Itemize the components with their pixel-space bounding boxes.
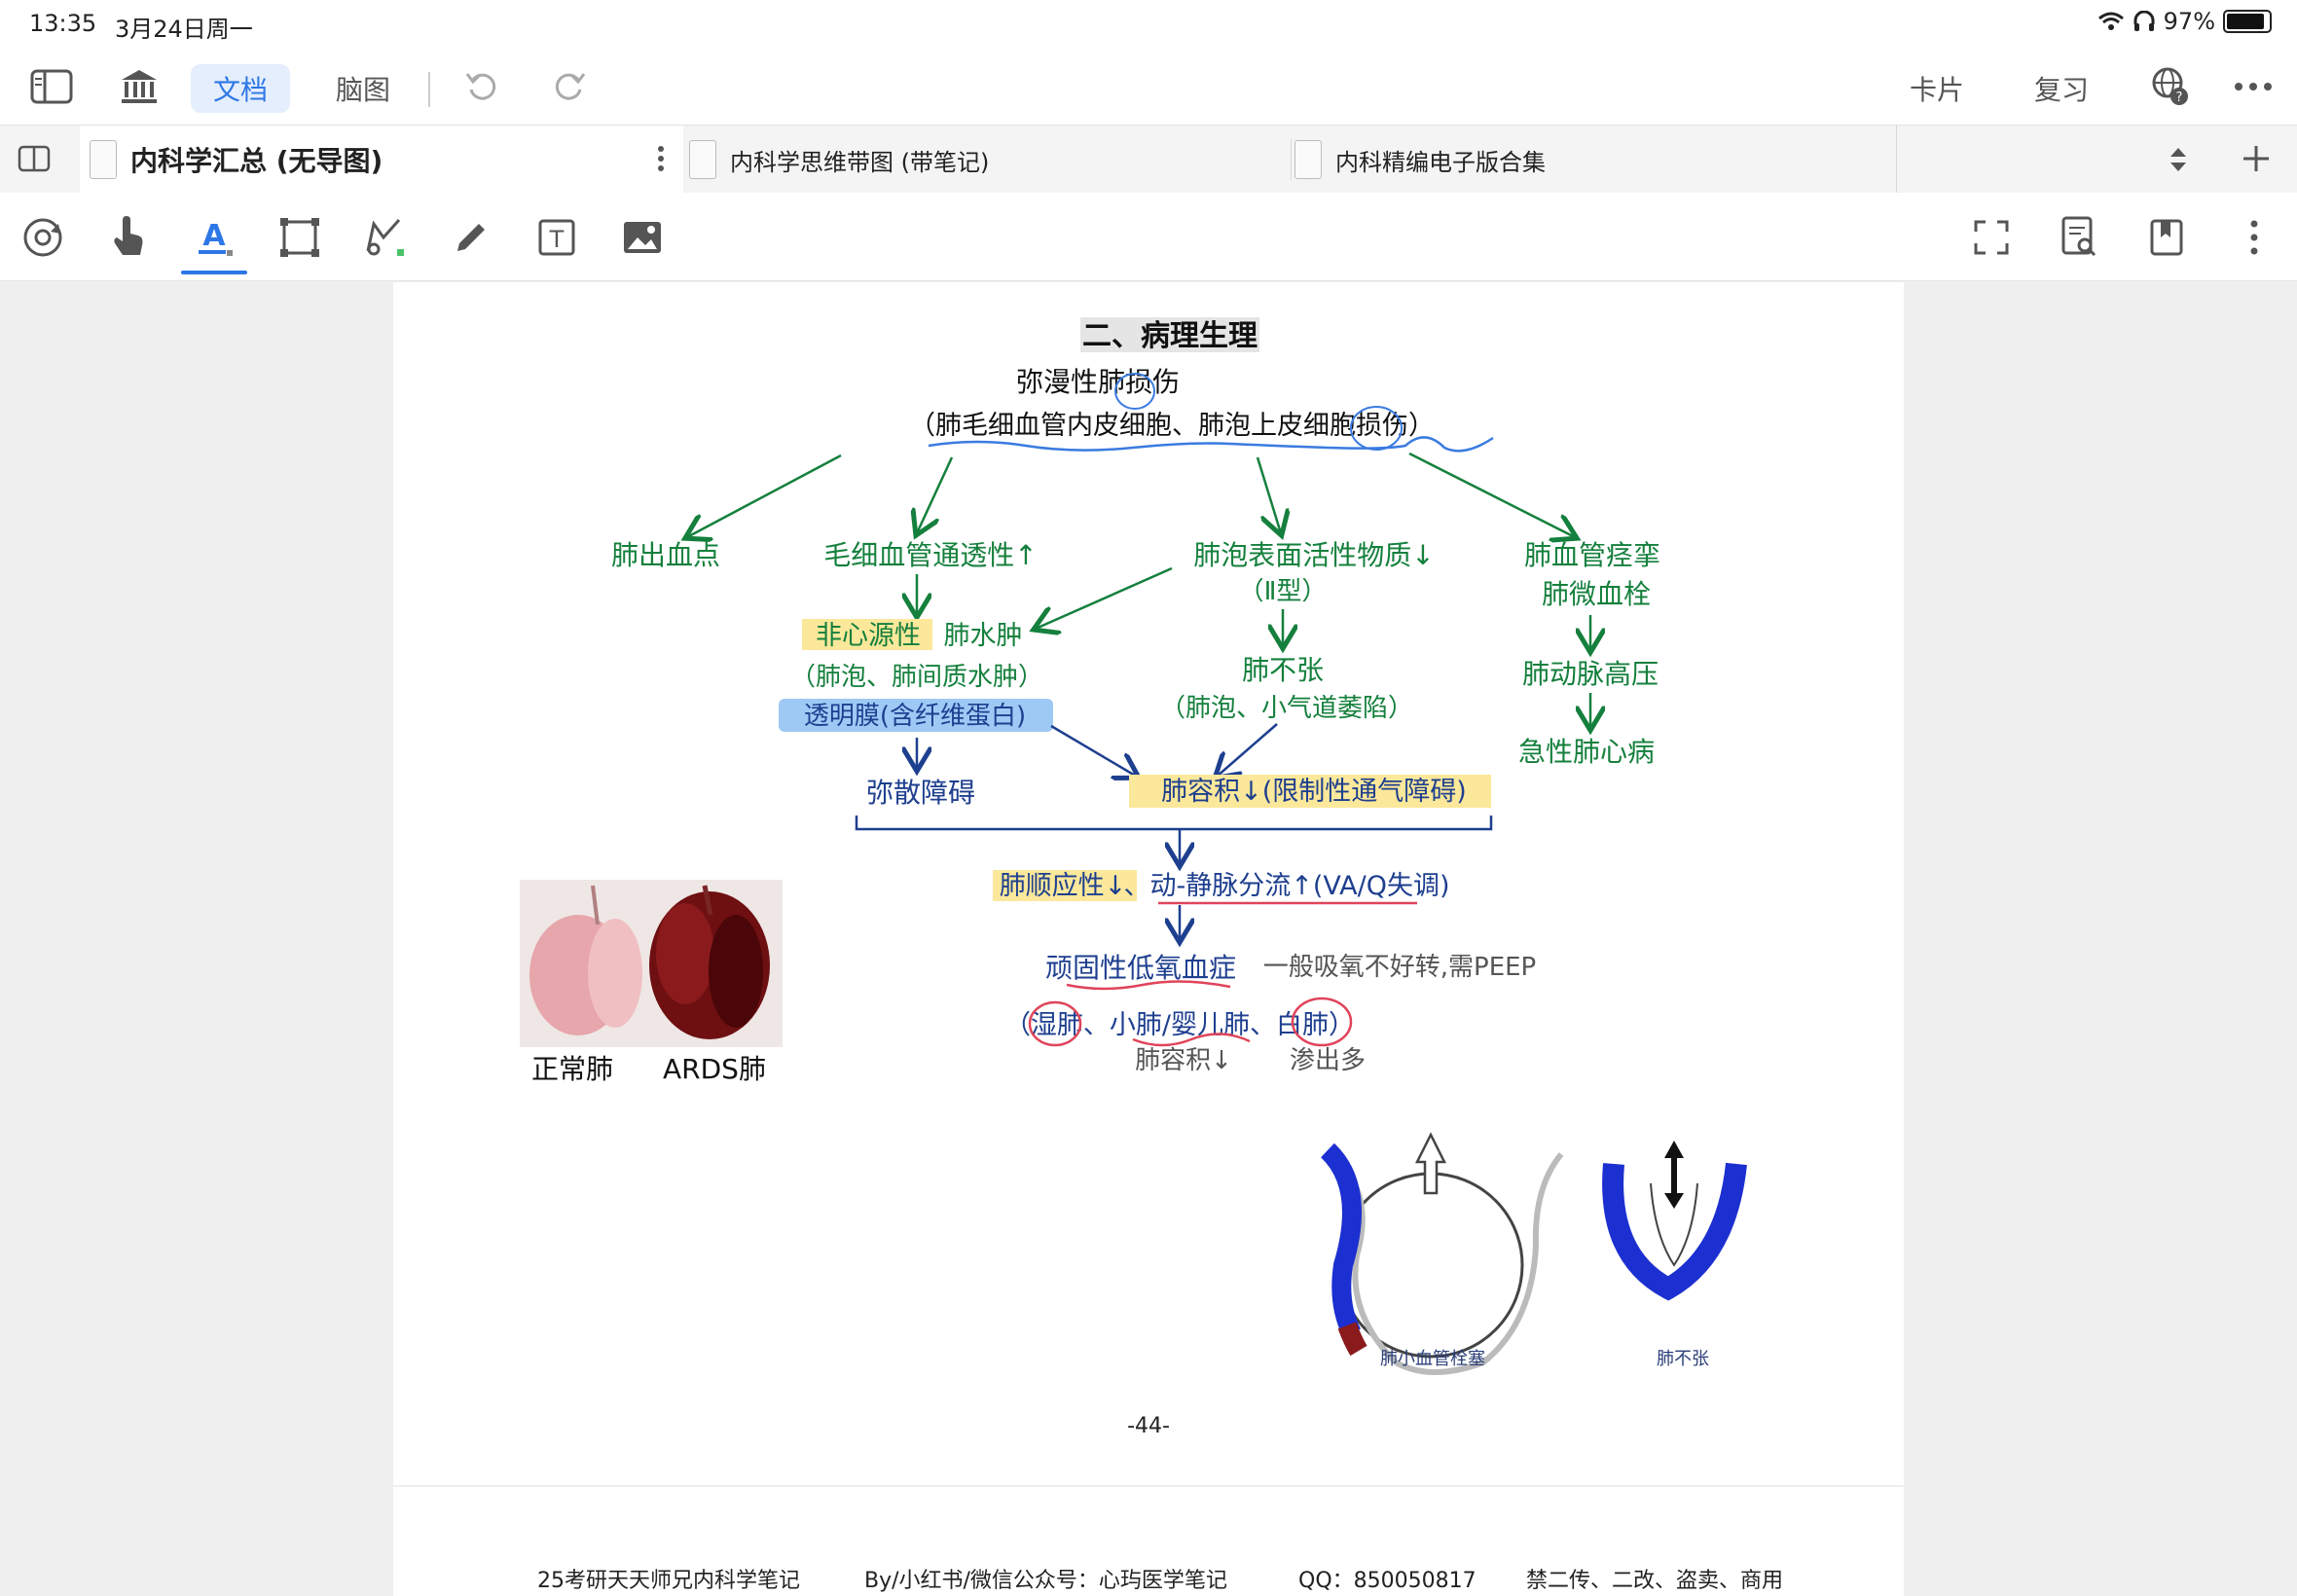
node-edema-detail: （肺泡、肺间质水肿）: [790, 663, 1043, 692]
tab-document[interactable]: 文档: [191, 64, 290, 113]
hand-pointer-icon[interactable]: [101, 210, 156, 265]
node-hyaline-membrane: 透明膜(含纤维蛋白): [804, 702, 1026, 731]
footer-copyright: 禁二传、二改、盗卖、商用: [1526, 1569, 1784, 1593]
node-lung-volume-note: 肺容积↓: [1135, 1046, 1232, 1075]
lasso-icon[interactable]: [358, 210, 413, 265]
tab-mindmap[interactable]: 脑图: [313, 64, 413, 113]
node-refractory-hypoxemia: 顽固性低氧血症: [1045, 952, 1236, 984]
tab-divider: [1896, 126, 1897, 194]
node-atelectasis-detail: （肺泡、小气道萎陷）: [1160, 694, 1413, 723]
library-icon[interactable]: [115, 62, 164, 111]
node-shunt: 、动-静脉分流↑(VA/Q失调): [1124, 871, 1450, 901]
new-tab-icon[interactable]: [2241, 143, 2272, 178]
fullscreen-icon[interactable]: [1964, 210, 2019, 265]
auto-rotate-icon[interactable]: [16, 210, 70, 265]
reorder-tabs-icon[interactable]: [2167, 145, 2190, 178]
node-exudate-note: 渗出多: [1290, 1046, 1366, 1075]
document-thumbnail-icon: [1294, 140, 1322, 179]
tab-doc-3[interactable]: 内科精编电子版合集: [1294, 126, 1894, 194]
pen-icon[interactable]: [444, 210, 498, 265]
footer-title: 25考研天天师兄内科学笔记: [537, 1569, 800, 1593]
status-date: 3月24日周一: [115, 16, 253, 43]
annotation-toolbar: A T: [0, 193, 2297, 281]
battery-percent: 97%: [2163, 8, 2215, 35]
web-help-icon[interactable]: ?: [2145, 62, 2194, 111]
node-diffusion-disorder: 弥散障碍: [866, 777, 975, 809]
headphones-icon: [2133, 11, 2155, 31]
document-page: 二、病理生理 弥漫性肺损伤 （肺毛细血管内皮细胞、肺泡上皮细胞损伤） 肺出血点 …: [393, 282, 1904, 1485]
node-lung-types: （湿肺、小肺/婴儿肺、白肺）: [1004, 1010, 1355, 1040]
node-hemorrhage: 肺出血点: [611, 539, 720, 571]
status-right: 97%: [2097, 8, 2272, 35]
label-normal-lung: 正常肺: [531, 1053, 613, 1085]
footer-author: By/小红书/微信公众号：心玙医学笔记: [864, 1569, 1227, 1593]
tab-label: 内科学思维带图 (带笔记): [730, 148, 990, 176]
node-permeability: 毛细血管通透性↑: [823, 539, 1037, 571]
node-lung-volume: 肺容积↓(限制性通气障碍): [1161, 777, 1467, 807]
document-thumbnail-icon: [689, 140, 716, 179]
document-thumbnail-icon: [90, 140, 117, 179]
node-compliance: 肺顺应性↓: [1000, 871, 1127, 901]
alveolar-collapse-diagram: [1602, 1141, 1747, 1301]
toolbar-divider: [428, 72, 430, 107]
image-insert-icon[interactable]: [615, 210, 670, 265]
alveolar-embolism-diagram: [1320, 1132, 1564, 1375]
more-menu-icon[interactable]: [2229, 62, 2278, 111]
wifi-icon: [2097, 12, 2124, 30]
bookmark-icon[interactable]: [2139, 210, 2194, 265]
toolbar-more-icon[interactable]: [2227, 210, 2281, 265]
node-spasm: 肺血管痉挛: [1524, 539, 1660, 571]
tab-options-icon[interactable]: [658, 145, 664, 179]
sidebar-toggle-icon[interactable]: [27, 62, 76, 111]
status-bar: 13:35 3月24日周一 97%: [0, 0, 2297, 49]
page-number: -44-: [1127, 1414, 1170, 1438]
arrow-membrane-to-volume: [1050, 724, 1137, 777]
node-pulmonary-hypertension: 肺动脉高压: [1522, 658, 1659, 690]
section-title: 二、病理生理: [1082, 319, 1258, 353]
node-edema: 肺水肿: [944, 621, 1023, 651]
area-select-icon[interactable]: [273, 210, 327, 265]
node-atelectasis: 肺不张: [1242, 654, 1324, 686]
arrow-to-hemorrhage: [687, 453, 842, 537]
tab-divider: [1291, 139, 1292, 180]
caption-embolism: 肺小血管栓塞: [1380, 1349, 1485, 1369]
split-view-icon[interactable]: [18, 145, 51, 176]
caption-atelectasis: 肺不张: [1657, 1349, 1709, 1369]
arrow-to-spasm: [1408, 452, 1575, 537]
pathophysiology-flowchart: 二、病理生理 弥漫性肺损伤 （肺毛细血管内皮细胞、肺泡上皮细胞损伤） 肺出血点 …: [520, 317, 1747, 1438]
text-highlight-icon[interactable]: A: [181, 210, 247, 274]
lung-photo: [520, 880, 783, 1047]
svg-text:?: ?: [2176, 91, 2183, 105]
label-ards-lung: ARDS肺: [663, 1053, 766, 1085]
search-document-icon[interactable]: [2052, 210, 2106, 265]
arrow-to-surfactant: [1256, 456, 1281, 533]
redo-icon[interactable]: [545, 62, 594, 111]
review-button[interactable]: 复习: [2034, 64, 2089, 113]
footer-qq: QQ：850050817: [1298, 1569, 1477, 1593]
tab-doc-2[interactable]: 内科学思维带图 (带笔记): [689, 126, 1289, 194]
status-time: 13:35: [29, 10, 97, 37]
tab-label: 内科精编电子版合集: [1335, 148, 1546, 176]
arrow-atelectasis-to-volume: [1217, 723, 1278, 777]
node-oxygen-peep: 一般吸氧不好转,需PEEP: [1263, 953, 1536, 982]
svg-text:A: A: [202, 219, 226, 253]
tab-doc-1[interactable]: 内科学汇总 (无导图): [80, 126, 683, 194]
node-surfactant-type: （Ⅱ型）: [1239, 577, 1328, 606]
battery-icon: [2223, 10, 2272, 33]
cards-button[interactable]: 卡片: [1910, 64, 1964, 113]
undo-icon[interactable]: [457, 62, 506, 111]
arrow-surfactant-to-edema: [1036, 566, 1173, 629]
document-tab-bar: 内科学汇总 (无导图) 内科学思维带图 (带笔记) 内科精编电子版合集: [0, 125, 2297, 195]
node-acute-cor-pulmonale: 急性肺心病: [1518, 736, 1655, 768]
arrow-to-permeability: [917, 456, 954, 533]
app-topbar: 文档 脑图 卡片 复习 ?: [0, 49, 2297, 125]
tab-label: 内科学汇总 (无导图): [130, 145, 383, 177]
svg-text:T: T: [549, 226, 565, 253]
node-microthrombus: 肺微血栓: [1542, 578, 1651, 610]
next-page: 25考研天天师兄内科学笔记 By/小红书/微信公众号：心玙医学笔记 QQ：850…: [393, 1487, 1904, 1596]
merge-bracket: [855, 816, 1493, 831]
node-edema-highlight-text: 非心源性: [816, 621, 921, 651]
node-surfactant: 肺泡表面活性物质↓: [1193, 539, 1434, 571]
text-box-icon[interactable]: T: [529, 210, 584, 265]
